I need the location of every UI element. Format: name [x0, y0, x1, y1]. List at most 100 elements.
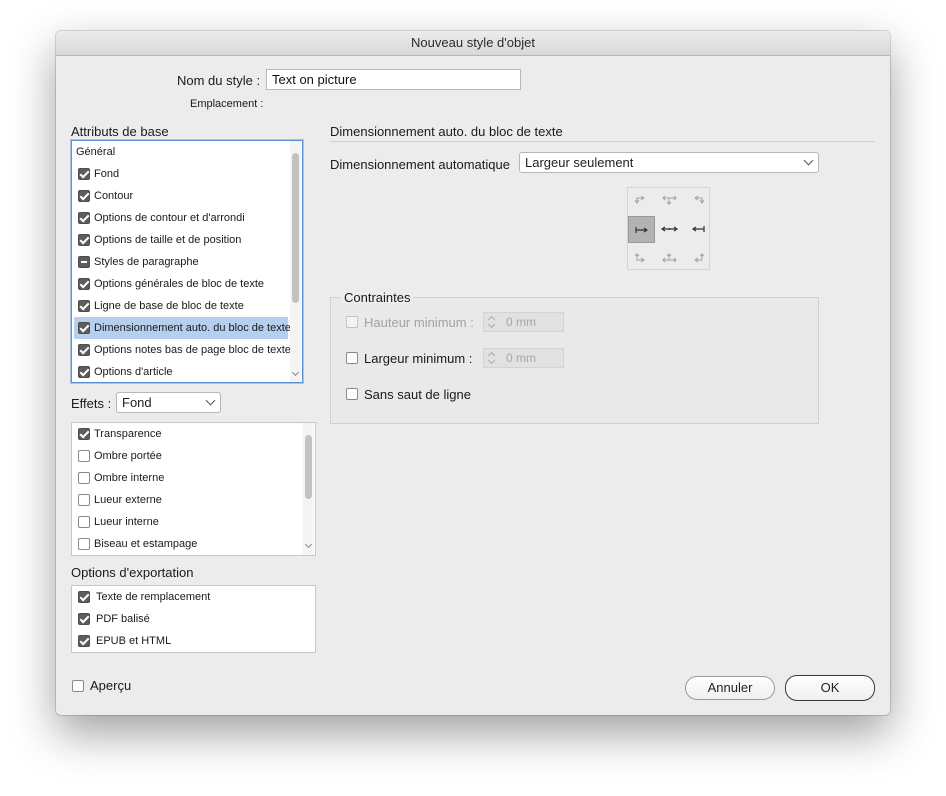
effects-label: Effets : [71, 396, 112, 411]
arrow-left-icon [691, 226, 705, 232]
export-options-list: Texte de remplacement PDF balisé EPUB et H… [71, 585, 316, 653]
stepper-arrows-icon[interactable] [487, 314, 497, 330]
reference-point-grid [627, 187, 710, 270]
list-item-label: Transparence [94, 428, 162, 440]
list-item[interactable]: EPUB et HTML [74, 630, 301, 652]
arrow-top-right-icon [694, 195, 705, 204]
list-item[interactable]: Biseau et estampage [74, 533, 301, 555]
list-item[interactable]: Options d'article [74, 361, 288, 382]
constraints-title: Contraintes [341, 290, 414, 305]
min-width-value: 0 mm [506, 351, 536, 365]
list-item-checkbox[interactable] [78, 591, 90, 603]
list-item[interactable]: Options notes bas de page bloc de texte [74, 339, 291, 361]
list-item-label: Options d'article [94, 366, 173, 378]
list-item[interactable]: Fond [74, 163, 288, 185]
ref-point-bottom-left[interactable] [628, 244, 655, 271]
list-item[interactable]: Lueur interne [74, 511, 301, 533]
list-item[interactable]: Ombre interne [74, 467, 301, 489]
list-item-checkbox[interactable] [78, 516, 90, 528]
list-item[interactable]: Texte de remplacement [74, 586, 301, 608]
list-item-checkbox[interactable] [78, 494, 90, 506]
panel-title: Dimensionnement auto. du bloc de texte [330, 124, 563, 139]
scrollbar-thumb[interactable] [292, 153, 299, 303]
ref-point-bottom-right[interactable] [684, 244, 711, 271]
min-width-stepper[interactable]: 0 mm [483, 348, 564, 368]
min-height-stepper[interactable]: 0 mm [483, 312, 564, 332]
list-item-checkbox[interactable] [78, 234, 90, 246]
list-item-checkbox[interactable] [78, 190, 90, 202]
list-item-label: Styles de paragraphe [94, 256, 199, 268]
list-item-checkbox[interactable] [78, 366, 90, 378]
list-item-label: Biseau et estampage [94, 538, 198, 550]
effects-select-value: Fond [122, 395, 152, 410]
ref-point-center[interactable] [656, 216, 683, 243]
list-item-checkbox[interactable] [78, 344, 90, 356]
list-item-checkbox[interactable] [78, 472, 90, 484]
list-item-checkbox[interactable] [78, 538, 90, 550]
list-item-general[interactable]: Général [74, 141, 288, 163]
ref-point-top-center[interactable] [656, 188, 683, 215]
panel-divider [330, 141, 875, 142]
list-item[interactable]: Ligne de base de bloc de texte [74, 295, 288, 317]
list-item[interactable]: Ombre portée [74, 445, 301, 467]
scroll-down-icon[interactable] [291, 368, 300, 377]
basic-attributes-list: Général Fond Contour Options de contour et… [71, 140, 303, 383]
list-item-checkbox[interactable] [78, 278, 90, 290]
auto-sizing-value: Largeur seulement [525, 155, 634, 170]
dialog-title: Nouveau style d'objet [56, 31, 890, 56]
list-item-checkbox[interactable] [78, 428, 90, 440]
ok-button[interactable]: OK [785, 675, 875, 701]
scrollbar-thumb[interactable] [305, 435, 312, 499]
auto-sizing-select[interactable]: Largeur seulement [519, 152, 819, 173]
effects-scrollbar[interactable] [303, 423, 314, 555]
ref-point-top-left[interactable] [628, 188, 655, 215]
list-item-label: Texte de remplacement [96, 591, 211, 603]
list-item-label: Options de taille et de position [94, 234, 242, 246]
list-item-checkbox[interactable] [78, 212, 90, 224]
min-width-checkbox[interactable] [346, 352, 358, 364]
list-item[interactable]: Lueur externe [74, 489, 301, 511]
no-line-break-checkbox[interactable] [346, 388, 358, 400]
list-item-label: Options de contour et d'arrondi [94, 212, 245, 224]
list-item[interactable]: PDF balisé [74, 608, 301, 630]
basic-attributes-title: Attributs de base [71, 124, 169, 139]
list-item-checkbox[interactable] [78, 322, 90, 334]
auto-sizing-label: Dimensionnement automatique [330, 157, 510, 172]
list-item[interactable]: Options de contour et d'arrondi [74, 207, 288, 229]
list-item-checkbox[interactable] [78, 635, 90, 647]
arrow-bottom-center-icon [662, 253, 677, 263]
min-height-value: 0 mm [506, 315, 536, 329]
list-item-checkbox[interactable] [78, 613, 90, 625]
min-height-checkbox[interactable] [346, 316, 358, 328]
list-item[interactable]: Contour [74, 185, 288, 207]
cancel-button[interactable]: Annuler [685, 676, 775, 700]
list-item-checkbox[interactable] [78, 256, 90, 268]
arrow-left-right-icon [660, 226, 679, 232]
list-item[interactable]: Options de taille et de position [74, 229, 288, 251]
list-item[interactable]: Styles de paragraphe [74, 251, 288, 273]
basic-attributes-scrollbar[interactable] [290, 141, 301, 382]
scroll-down-icon[interactable] [304, 540, 313, 549]
list-item-checkbox[interactable] [78, 300, 90, 312]
list-item[interactable]: Dimensionnement auto. du bloc de texte [74, 317, 291, 339]
min-height-label: Hauteur minimum : [364, 315, 474, 330]
list-item-label: Ligne de base de bloc de texte [94, 300, 244, 312]
effects-select[interactable]: Fond [116, 392, 221, 413]
arrow-top-center-icon [662, 195, 677, 205]
list-item-label: Lueur interne [94, 516, 159, 528]
list-item[interactable]: Transparence [74, 423, 301, 445]
preview-checkbox[interactable] [72, 680, 84, 692]
ref-point-bottom-center[interactable] [656, 244, 683, 271]
list-item-checkbox[interactable] [78, 168, 90, 180]
list-item-checkbox[interactable] [78, 450, 90, 462]
new-object-style-dialog: Nouveau style d'objet Nom du style : Tex… [56, 31, 890, 715]
list-item-label: Contour [94, 190, 134, 202]
style-name-input[interactable]: Text on picture [266, 69, 521, 90]
ref-point-middle-right[interactable] [684, 216, 711, 243]
ref-point-top-right[interactable] [684, 188, 711, 215]
stepper-arrows-icon[interactable] [487, 350, 497, 366]
list-item-label: Options notes bas de page bloc de texte [94, 344, 291, 356]
ref-point-middle-left[interactable] [628, 216, 655, 243]
list-item-label: Ombre portée [94, 450, 162, 462]
list-item[interactable]: Options générales de bloc de texte [74, 273, 288, 295]
